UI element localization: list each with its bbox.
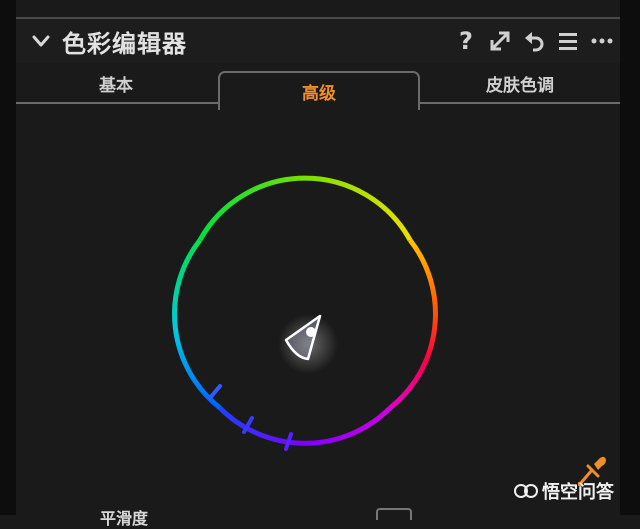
tab-bar: 基本 高级 皮肤色调 (16, 63, 620, 110)
watermark-logo-icon (514, 484, 538, 498)
color-wheel-area (16, 104, 620, 515)
expand-icon[interactable] (488, 29, 512, 53)
range-handle-3[interactable] (284, 432, 293, 451)
color-wheel[interactable] (16, 104, 620, 515)
watermark: 悟空问答 (514, 478, 614, 504)
tab-advanced[interactable]: 高级 (218, 71, 420, 110)
hue-ring-right (388, 238, 438, 410)
hue-ring-top (197, 175, 413, 242)
tab-skin-tone[interactable]: 皮肤色调 (420, 63, 620, 104)
watermark-text: 悟空问答 (542, 482, 614, 503)
panel-header: 色彩编辑器 ? (16, 19, 620, 63)
smoothness-label: 平滑度 (100, 509, 149, 528)
chevron-down-icon[interactable] (30, 30, 52, 52)
header-toolbar: ? (454, 27, 614, 55)
undo-icon[interactable] (522, 29, 546, 53)
range-handle-1[interactable] (208, 384, 222, 400)
left-panel-edge (0, 0, 16, 515)
more-icon[interactable] (590, 29, 614, 53)
panel-title: 色彩编辑器 (62, 30, 187, 58)
right-panel-edge (620, 0, 640, 515)
hue-ring-left (172, 238, 222, 410)
smoothness-toggle[interactable] (376, 508, 412, 520)
help-icon[interactable]: ? (454, 29, 478, 53)
menu-icon[interactable] (556, 29, 580, 53)
tab-basic[interactable]: 基本 (16, 63, 216, 104)
